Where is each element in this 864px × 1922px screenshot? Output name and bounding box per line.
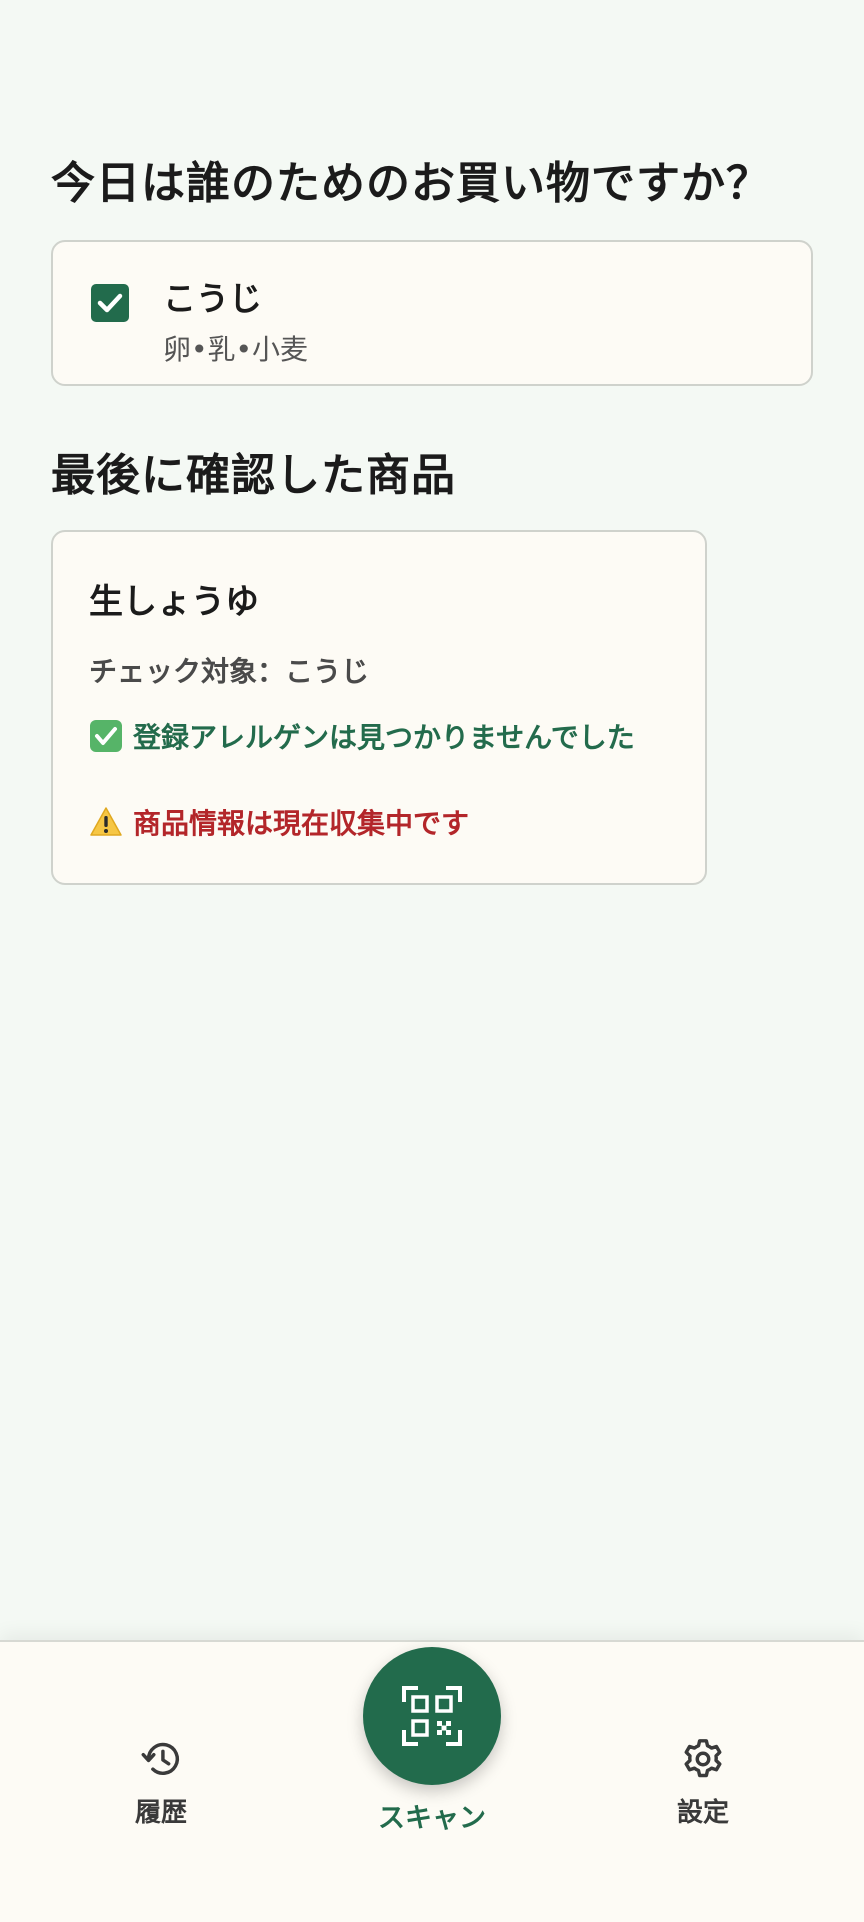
product-name: 生しょうゆ	[89, 582, 259, 622]
allergen-ok-text: 登録アレルゲンは見つかりませんでした	[133, 721, 635, 754]
gear-icon	[684, 1739, 722, 1778]
profile-card[interactable]: こうじ 卵•乳•小麦	[51, 240, 813, 386]
qr-scan-icon	[402, 1686, 462, 1746]
check-mark-emoji-icon	[89, 719, 123, 753]
nav-settings-label: 設定	[676, 1798, 729, 1828]
nav-settings-tab[interactable]: 設定	[623, 1736, 783, 1829]
info-warning-text: 商品情報は現在収集中です	[133, 807, 470, 840]
last-product-card[interactable]: 生しょうゆ チェック対象：こうじ 登録アレルゲンは見つかりませんでした 商品情報…	[51, 530, 707, 885]
nav-history-tab[interactable]: 履歴	[81, 1736, 241, 1829]
nav-history-label: 履歴	[134, 1798, 187, 1828]
last-checked-title: 最後に確認した商品	[51, 450, 456, 501]
info-warning-status: 商品情報は現在収集中です	[89, 802, 469, 842]
history-icon	[141, 1742, 180, 1775]
warning-emoji-icon	[89, 805, 123, 839]
checkmark-icon	[97, 293, 123, 313]
profile-name: こうじ	[163, 279, 262, 318]
scan-label[interactable]: スキャン	[332, 1796, 532, 1835]
shopping-for-title: 今日は誰のためのお買い物ですか？	[51, 158, 771, 209]
profile-checkbox[interactable]	[91, 284, 129, 322]
allergen-ok-status: 登録アレルゲンは見つかりませんでした	[89, 716, 635, 756]
profile-allergens: 卵•乳•小麦	[163, 333, 309, 366]
check-target-label: チェック対象：こうじ	[89, 655, 370, 688]
scan-button[interactable]	[363, 1647, 501, 1785]
